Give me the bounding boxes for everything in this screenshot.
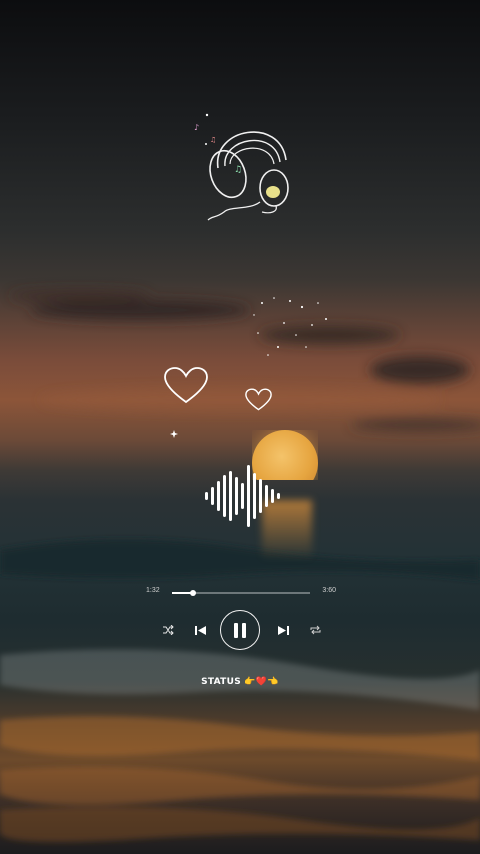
svg-text:♪: ♪ <box>194 123 199 132</box>
current-time: 1:32 <box>146 587 160 594</box>
repeat-icon <box>310 625 320 635</box>
seek-bar[interactable] <box>172 589 310 596</box>
sea-waves <box>0 539 480 842</box>
skip-next-icon <box>277 625 289 635</box>
pause-button[interactable] <box>220 610 260 650</box>
sound-wave-icon <box>205 465 280 527</box>
shuffle-icon <box>162 625 174 635</box>
svg-text:♫: ♫ <box>210 136 216 144</box>
video-frame: ♫ ♪ ♫ 1:32 3:60 STATUS 👉❤️👈 <box>0 0 480 854</box>
headphones-music-icon: ♫ ♪ ♫ <box>194 113 289 221</box>
repeat-button[interactable] <box>307 622 323 638</box>
skip-previous-icon <box>194 625 206 635</box>
status-caption: STATUS 👉❤️👈 <box>201 677 279 687</box>
seek-knob[interactable] <box>189 589 196 596</box>
heart-outline-icon <box>164 367 208 404</box>
next-button[interactable] <box>275 622 291 638</box>
svg-text:♫: ♫ <box>234 165 242 175</box>
sunset-clouds <box>10 290 480 431</box>
playback-progress: 1:32 3:60 <box>146 585 336 601</box>
heart-outline-icon-small <box>245 388 272 411</box>
shuffle-button[interactable] <box>160 622 176 638</box>
pause-icon <box>234 622 246 638</box>
playback-controls <box>158 608 328 654</box>
previous-button[interactable] <box>192 622 208 638</box>
sparkle-dots <box>253 297 327 356</box>
sparkle-icon <box>170 430 178 438</box>
total-time: 3:60 <box>322 587 336 594</box>
